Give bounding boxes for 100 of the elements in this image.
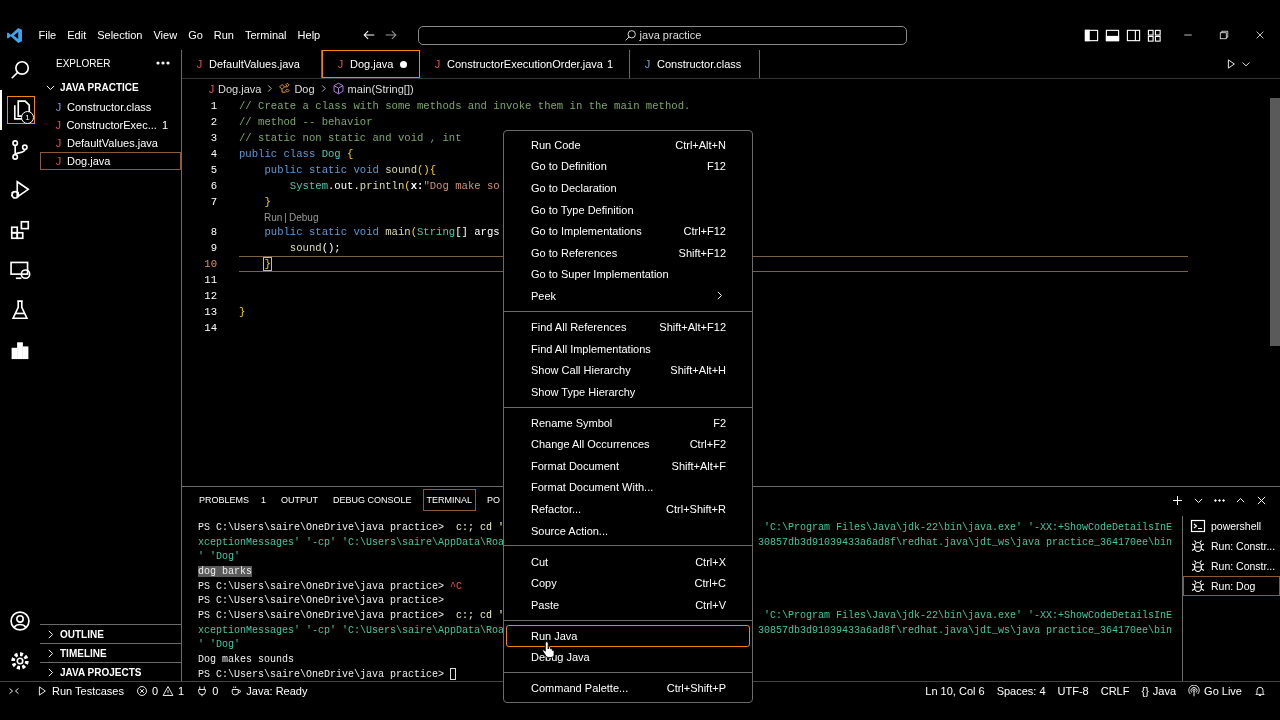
menu-bar-item[interactable]: View (147, 29, 183, 41)
menu-item[interactable]: Show Type Hierarchy (506, 380, 750, 403)
menu-item[interactable]: Copy Ctrl+C (506, 572, 750, 595)
shortcut: Ctrl+V (695, 598, 726, 611)
terminal-line: PS C:\Users\saire\OneDrive\java practice> (198, 595, 445, 607)
activity-tab[interactable]: 1 (0, 90, 40, 130)
menu-item[interactable]: Refactor... Ctrl+Shift+R (506, 498, 750, 520)
menu-item[interactable]: Run Java (506, 625, 750, 647)
status-item[interactable]: CRLF (1094, 685, 1136, 697)
file-type-icon: J (208, 82, 215, 95)
back-arrow-icon[interactable] (362, 28, 376, 42)
menu-bar-item[interactable]: Terminal (239, 29, 293, 41)
file-type-icon: J (55, 119, 62, 131)
panel-tab[interactable]: OUTPUT (277, 489, 323, 511)
problems-status[interactable]: 0 1 (129, 685, 191, 697)
file-name: Dog.java (67, 155, 111, 167)
file-type-icon: J (55, 101, 62, 113)
panel-layout-icon[interactable] (1105, 27, 1120, 43)
menu-bar-item[interactable]: Selection (91, 29, 148, 41)
folder-header[interactable]: JAVA PRACTICE (40, 76, 181, 98)
menu-item[interactable]: Rename Symbol F2 (506, 411, 750, 434)
editor-tab[interactable]: J Dog.java (322, 50, 420, 78)
status-item[interactable]: Go Live (1182, 685, 1248, 697)
line-number: 3 (209, 132, 217, 144)
line-number: 9 (209, 242, 217, 254)
menu-bar-item[interactable]: Help (292, 29, 326, 41)
editor-tab[interactable]: J ConstructorExecutionOrder.java 1 (420, 50, 630, 78)
terminal-line: 30857db3d91039433a6ad8f\redhat.java\jdt_ws\java practice_364170ee\bin (757, 624, 1172, 636)
tree-item[interactable]: J DefaultValues.java (40, 134, 181, 152)
menu-item[interactable]: Peek (506, 285, 750, 307)
run-icon[interactable] (1225, 58, 1237, 70)
status-item[interactable]: Run Testcases (30, 685, 130, 697)
section-header[interactable]: TIMELINE (40, 643, 181, 662)
tree-item[interactable]: J Constructor.class (40, 98, 181, 116)
menu-item[interactable]: Cut Ctrl+X (506, 550, 750, 573)
menu-bar-item[interactable]: Edit (61, 29, 92, 41)
panel-tab[interactable]: DEBUG CONSOLE (329, 489, 416, 511)
codelens-link[interactable]: Run (264, 211, 283, 223)
menu-item[interactable]: Run Code Ctrl+Alt+N (506, 134, 750, 156)
close-icon[interactable] (1254, 29, 1266, 41)
scrollbar-thumb[interactable] (1270, 98, 1280, 346)
breadcrumb[interactable]: J Dog.java (208, 82, 262, 95)
breadcrumb[interactable]: Dog (278, 82, 315, 95)
line-number: 2 (209, 116, 217, 128)
menu-bar-item[interactable]: Go (182, 29, 209, 41)
menu-bar-item[interactable]: Run (208, 29, 240, 41)
session-item[interactable]: Run: Constr... (1183, 536, 1280, 556)
breadcrumb[interactable]: main(String[]) (331, 82, 414, 95)
editor-tab[interactable]: J Constructor.class (630, 50, 760, 78)
session-item[interactable]: Run: Dog (1183, 576, 1280, 596)
sidebar-layout-icon[interactable] (1084, 27, 1099, 43)
menu-item[interactable]: Go to Declaration (506, 177, 750, 199)
status-item[interactable]: UTF-8 (1051, 685, 1095, 697)
remote-explorer-icon (9, 259, 31, 281)
menu-item[interactable]: Show Call Hierarchy Shift+Alt+H (506, 359, 750, 381)
split-layout-icon[interactable] (1126, 27, 1141, 43)
tree-item[interactable]: J ConstructorExec... 1 (40, 116, 181, 134)
search-field[interactable]: java practice (418, 25, 907, 45)
menu-item[interactable]: Paste Ctrl+V (506, 594, 750, 616)
panel-tab[interactable]: PO (483, 489, 505, 511)
menu-item[interactable]: Change All Occurrences Ctrl+F2 (506, 433, 750, 456)
status-item[interactable]: Ln 10, Col 6 (919, 685, 991, 697)
menu-item[interactable]: Go to Type Definition (506, 198, 750, 221)
code-line: public static void sound(){ (263, 163, 437, 178)
editor-tab[interactable]: J DefaultValues.java (182, 50, 322, 78)
broadcast-icon (1188, 685, 1201, 697)
bell-icon[interactable] (1254, 685, 1266, 697)
forward-arrow-icon[interactable] (384, 28, 398, 42)
status-item[interactable]: {} Java (1135, 685, 1183, 697)
status-item[interactable]: Java: Ready (224, 685, 314, 697)
settings-icon[interactable] (9, 650, 31, 672)
menu-item[interactable]: Find All References Shift+Alt+F12 (506, 316, 750, 338)
codelens-link[interactable]: Debug (288, 211, 319, 223)
tree-item[interactable]: J Dog.java (40, 152, 181, 170)
menu-item[interactable]: Format Document Shift+Alt+F (506, 455, 750, 477)
status-item[interactable]: 0 (190, 685, 225, 697)
menu-item[interactable]: Format Document With... (506, 476, 750, 499)
section-header[interactable]: OUTLINE (40, 624, 181, 643)
menu-bar-item[interactable]: File (33, 29, 62, 41)
code-line: public static void main(String[] args (263, 225, 500, 240)
menu-item[interactable]: Find All Implementations (506, 337, 750, 360)
menu-item[interactable]: Source Action... (506, 519, 750, 542)
plus-icon[interactable] (1171, 493, 1184, 507)
session-item[interactable]: powershell (1183, 516, 1280, 536)
panel-tab[interactable]: TERMINAL (422, 489, 477, 511)
session-item[interactable]: Run: Constr... (1183, 556, 1280, 576)
status-item[interactable]: Spaces: 4 (990, 685, 1052, 697)
line-number: 4 (209, 148, 217, 160)
bug-icon (1190, 538, 1206, 554)
play-icon (36, 685, 48, 697)
restore-icon[interactable] (1218, 29, 1230, 41)
menu-item[interactable]: Command Palette... Ctrl+Shift+P (506, 677, 750, 700)
panel-tab[interactable]: PROBLEMS 1 (198, 489, 271, 511)
account-icon[interactable] (9, 610, 31, 632)
menu-item[interactable]: Go to Definition F12 (506, 155, 750, 178)
menu-item[interactable]: Go to Implementations Ctrl+F12 (506, 220, 750, 242)
app-logo-icon (6, 26, 23, 44)
section-header[interactable]: JAVA PROJECTS (40, 662, 181, 681)
error-count: 0 (151, 685, 159, 697)
grid-layout-icon[interactable] (1147, 27, 1162, 43)
